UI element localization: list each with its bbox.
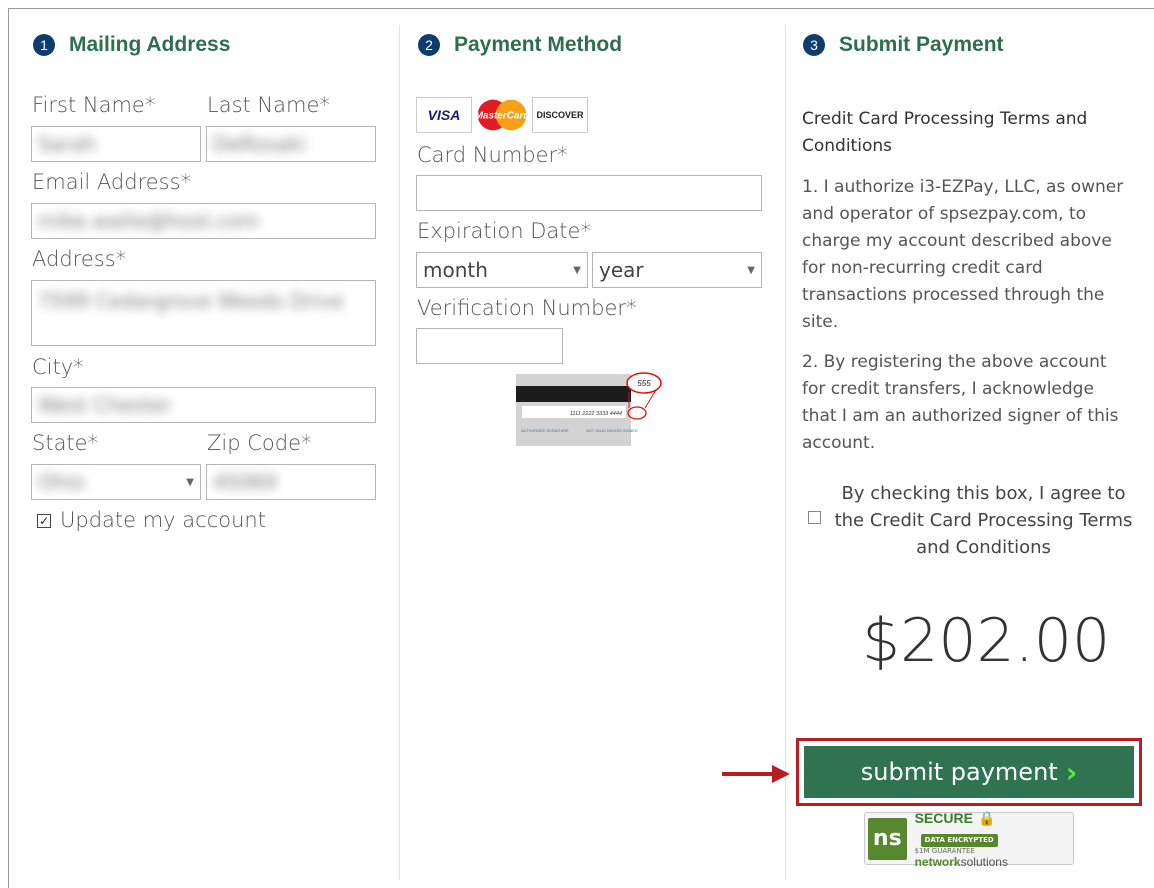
zip-value: 45069 [213, 470, 277, 494]
badge-brand: networksolutions [915, 855, 1070, 869]
chevron-down-icon: ▼ [186, 476, 194, 488]
step-number-icon: 2 [418, 34, 440, 56]
email-value: mike.waite@host.com [38, 209, 260, 233]
chevron-right-icon: › [1065, 755, 1078, 789]
chevron-down-icon: ▼ [747, 264, 755, 276]
update-account-checkbox[interactable]: ✓ [37, 514, 51, 528]
column-divider [785, 25, 786, 880]
discover-logo: DISCOVER [532, 97, 588, 133]
card-back-illustration: 1111 2222 3333 4444 AUTHORIZED SIGNATURE… [516, 372, 662, 446]
zip-label: Zip Code* [207, 431, 312, 455]
terms-paragraph-2: 2. By registering the above account for … [802, 352, 1119, 453]
badge-secure-text: SECURE [914, 810, 973, 826]
column-divider [399, 25, 400, 880]
step-number-icon: 3 [803, 34, 825, 56]
first-name-field[interactable]: Sarah [31, 126, 201, 162]
last-name-value: DeRosaki [213, 132, 306, 156]
email-field[interactable]: mike.waite@host.com [31, 203, 376, 239]
accepted-cards: VISA MasterCard DISCOVER [416, 97, 588, 133]
submit-button-label: submit payment [860, 758, 1058, 786]
last-name-field[interactable]: DeRosaki [206, 126, 376, 162]
step-payment-method: 2 Payment Method [418, 33, 622, 57]
month-select[interactable]: month ▼ [416, 252, 588, 288]
card-sample-number: 1111 2222 3333 4444 [570, 411, 622, 417]
network-solutions-logo-icon: ns [868, 817, 907, 860]
badge-guarantee-text: $1M GUARANTEE [914, 847, 975, 855]
submit-payment-button[interactable]: submit payment › [804, 746, 1134, 798]
address-label: Address* [32, 247, 127, 271]
card-number-field[interactable] [416, 175, 762, 211]
cvv-sample: 555 [637, 379, 651, 388]
address-field[interactable]: 7599 Cedargrove Woods Drive [31, 280, 376, 346]
badge-encrypted-text: DATA ENCRYPTED [920, 834, 998, 847]
payment-amount: $202.00 [862, 606, 1111, 676]
verification-label: Verification Number* [417, 296, 637, 320]
section-title: Payment Method [454, 33, 623, 56]
mastercard-text: MasterCard [475, 111, 530, 122]
visa-logo: VISA [416, 97, 472, 133]
email-label: Email Address* [32, 170, 192, 194]
city-field[interactable]: West Chester [31, 387, 376, 423]
card-number-label: Card Number* [417, 143, 568, 167]
expiration-label: Expiration Date* [417, 219, 591, 243]
badge-brand-bold: network [914, 855, 961, 869]
city-label: City* [32, 355, 84, 379]
city-value: West Chester [38, 393, 172, 417]
submit-highlight: submit payment › [796, 738, 1142, 806]
security-badge[interactable]: ns SECURE 🔒 DATA ENCRYPTED $1M GUARANTEE… [864, 810, 1074, 869]
update-account-label: Update my account [60, 508, 266, 532]
month-value: month [423, 258, 488, 282]
agree-checkbox[interactable] [808, 511, 821, 524]
state-value: Ohio [38, 470, 85, 494]
terms-paragraph-1: 1. I authorize i3-EZPay, LLC, as owner a… [802, 177, 1124, 332]
state-select[interactable]: Ohio ▼ [31, 464, 201, 500]
year-value: year [599, 258, 644, 282]
verification-field[interactable] [416, 328, 563, 364]
first-name-value: Sarah [38, 132, 97, 156]
first-name-label: First Name* [32, 93, 156, 117]
chevron-down-icon: ▼ [573, 264, 581, 276]
card-sig-right: NOT VALID UNLESS SIGNED [586, 429, 638, 433]
last-name-label: Last Name* [207, 93, 330, 117]
step-number-icon: 1 [33, 34, 55, 56]
agree-label[interactable]: By checking this box, I agree to the Cre… [829, 480, 1138, 561]
state-label: State* [32, 431, 99, 455]
section-title: Submit Payment [839, 33, 1004, 56]
lock-icon: 🔒 [978, 811, 996, 827]
zip-field[interactable]: 45069 [206, 464, 376, 500]
address-value: 7599 Cedargrove Woods Drive [38, 289, 344, 313]
arrow-right-icon [722, 765, 790, 783]
terms-title: Credit Card Processing Terms and Conditi… [802, 109, 1088, 156]
step-submit-payment: 3 Submit Payment [803, 33, 1004, 57]
agree-terms: By checking this box, I agree to the Cre… [808, 480, 1138, 561]
year-select[interactable]: year ▼ [592, 252, 762, 288]
mastercard-logo: MasterCard [474, 97, 530, 133]
section-title: Mailing Address [69, 33, 231, 56]
card-sig-left: AUTHORIZED SIGNATURE [521, 429, 569, 433]
step-mailing-address: 1 Mailing Address [33, 33, 230, 57]
badge-brand-rest: solutions [960, 855, 1008, 869]
